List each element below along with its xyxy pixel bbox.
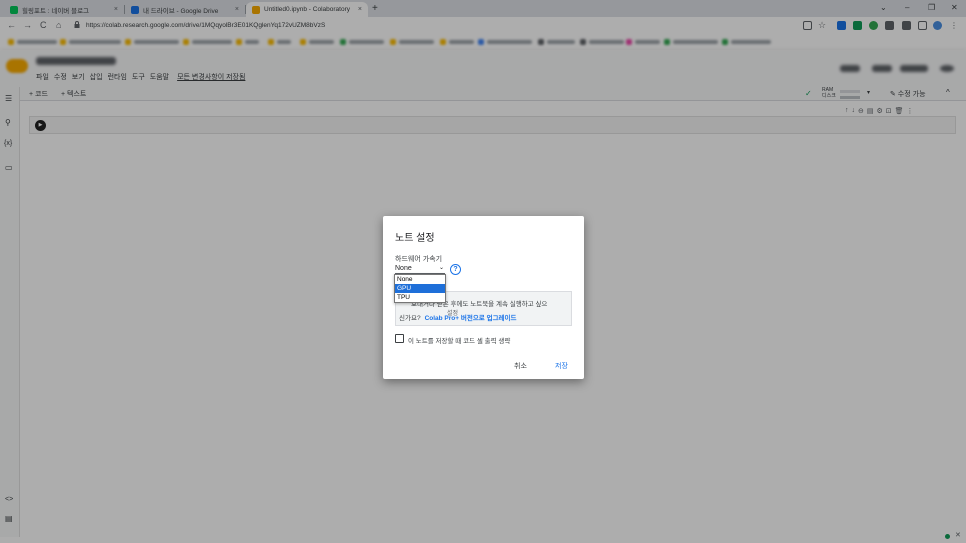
option-gpu[interactable]: GPU [395, 284, 445, 293]
dialog-title: 노트 설정 [395, 233, 435, 244]
partial-setting-label: 설정 [447, 311, 459, 317]
option-none[interactable]: None [395, 275, 445, 284]
hardware-accelerator-label: 하드웨어 가속기 [395, 256, 443, 263]
select-value: None [395, 265, 412, 272]
omit-output-checkbox[interactable] [395, 334, 404, 343]
save-button[interactable]: 저장 [555, 361, 568, 371]
info-question: 신가요? [399, 315, 421, 322]
option-tpu[interactable]: TPU [395, 293, 445, 302]
hardware-accelerator-select[interactable]: None ⌄ [395, 264, 445, 274]
chevron-down-icon: ⌄ [438, 265, 444, 271]
upgrade-link[interactable]: Colab Pro+ 버전으로 업그레이드 [425, 315, 517, 322]
cancel-button[interactable]: 취소 [514, 361, 527, 371]
help-icon[interactable]: ? [450, 264, 461, 275]
accelerator-options-list: None GPU TPU [394, 274, 446, 303]
omit-output-label[interactable]: 이 노트를 저장할 때 코드 셀 출력 생략 [408, 335, 510, 345]
